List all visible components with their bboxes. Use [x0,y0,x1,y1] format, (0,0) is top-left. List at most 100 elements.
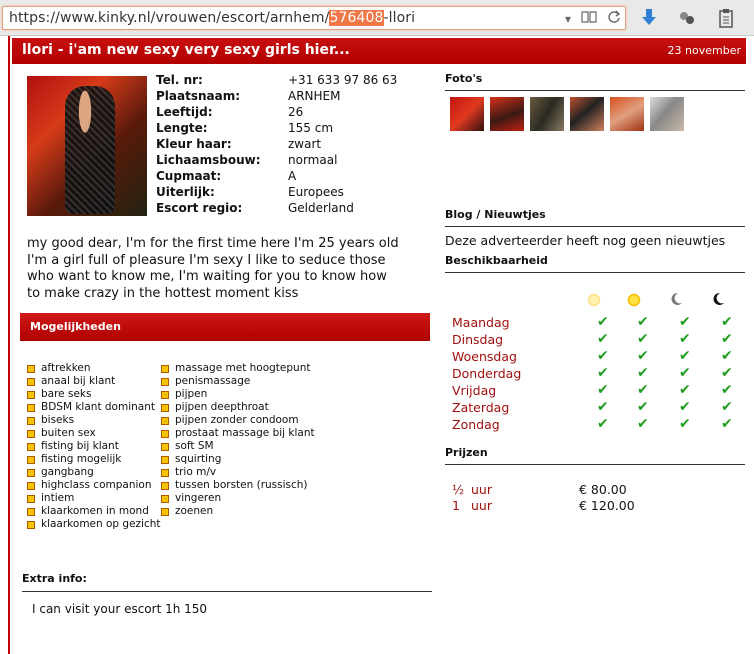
day-label: Woensdag [452,349,517,364]
available-check-icon: ✔ [597,314,609,330]
info-value: 155 cm [288,121,334,135]
dropdown-icon[interactable]: ▾ [565,12,571,26]
mogelijkheid-label: BDSM klant dominant [41,401,155,413]
afternoon-sun-icon [626,292,642,308]
day-label: Zaterdag [452,400,510,415]
available-check-icon: ✔ [637,382,649,398]
download-icon[interactable] [639,8,659,28]
available-check-icon: ✔ [721,348,733,364]
blog-heading: Blog / Nieuwtjes [445,208,745,227]
ad-date: 23 november [667,44,741,57]
mogelijkheden-list-2: massage met hoogtepunt penismassage pijpen… [161,362,315,518]
mogelijkheid-item: aftrekken [27,362,161,375]
bullet-icon [161,507,169,516]
mogelijkheid-label: trio m/v [175,466,217,478]
photo-thumbnail[interactable] [610,97,644,131]
photo-thumbnail[interactable] [530,97,564,131]
ad-title: llori - i'am new sexy very sexy girls hi… [22,42,350,58]
mogelijkheid-item: klaarkomen op gezicht [27,518,161,531]
mogelijkheid-label: tussen borsten (russisch) [175,479,308,491]
bullet-icon [27,468,35,477]
info-row: Lengte: 155 cm [156,120,397,136]
mogelijkheid-label: gangbang [41,466,94,478]
mogelijkheid-item: pijpen zonder condoom [161,414,315,427]
mogelijkheid-item: trio m/v [161,466,315,479]
reader-icon[interactable] [581,10,597,27]
url-text[interactable]: https://www.kinky.nl/vrouwen/escort/arnh… [9,10,415,26]
mogelijkheid-item: soft SM [161,440,315,453]
info-label: Lichaamsbouw: [156,153,261,167]
mogelijkheid-item: biseks [27,414,161,427]
profile-info-table: Tel. nr: +31 633 97 86 63 Plaatsnaam: ARNHE… [156,72,397,216]
mogelijkheid-item: anaal bij klant [27,375,161,388]
bullet-icon [27,416,35,425]
available-check-icon: ✔ [597,416,609,432]
bullet-icon [161,455,169,464]
extra-info-heading: Extra info: [22,572,432,592]
available-check-icon: ✔ [597,399,609,415]
mogelijkheid-label: squirting [175,453,222,465]
mogelijkheid-item: BDSM klant dominant [27,401,161,414]
available-check-icon: ✔ [721,365,733,381]
bullet-icon [161,416,169,425]
info-label: Lengte: [156,121,208,135]
bullet-icon [161,364,169,373]
reload-icon[interactable] [607,10,621,27]
extensions-icon[interactable] [677,8,697,28]
available-check-icon: ✔ [597,331,609,347]
browser-toolbar: https://www.kinky.nl/vrouwen/escort/arnh… [0,0,754,36]
info-label: Cupmaat: [156,169,222,183]
info-value: +31 633 97 86 63 [288,73,398,87]
day-label: Dinsdag [452,332,504,347]
bullet-icon [161,377,169,386]
url-prefix: https://www.kinky.nl/vrouwen/escort/arnh… [9,10,330,26]
info-value: ARNHEM [288,89,341,103]
bullet-icon [27,364,35,373]
mogelijkheid-item: gangbang [27,466,161,479]
info-value: 26 [288,105,304,119]
info-label: Kleur haar: [156,137,232,151]
photo-thumbnail[interactable] [450,97,484,131]
available-check-icon: ✔ [679,399,691,415]
price-quantity: ½ [452,482,465,497]
available-check-icon: ✔ [679,416,691,432]
mogelijkheid-item: zoenen [161,505,315,518]
url-bar[interactable]: https://www.kinky.nl/vrouwen/escort/arnh… [2,6,626,30]
bullet-icon [161,403,169,412]
available-check-icon: ✔ [597,382,609,398]
mogelijkheden-header: Mogelijkheden [20,313,430,341]
profile-photo[interactable] [27,76,147,216]
mogelijkheid-item: penismassage [161,375,315,388]
available-check-icon: ✔ [597,348,609,364]
photo-thumbnail[interactable] [650,97,684,131]
photo-thumbnail[interactable] [490,97,524,131]
day-label: Maandag [452,315,510,330]
available-check-icon: ✔ [679,314,691,330]
info-row: Tel. nr: +31 633 97 86 63 [156,72,397,88]
bullet-icon [27,494,35,503]
bullet-icon [161,481,169,490]
info-row: Uiterlijk: Europees [156,184,397,200]
price-unit: uur [471,498,492,513]
mogelijkheid-item: pijpen [161,388,315,401]
url-suffix: -llori [383,10,416,26]
clipboard-icon[interactable] [716,8,736,28]
info-row: Escort regio: Gelderland [156,200,397,216]
mogelijkheden-heading: Mogelijkheden [30,320,121,333]
mogelijkheid-item: pijpen deepthroat [161,401,315,414]
bullet-icon [27,429,35,438]
available-check-icon: ✔ [637,365,649,381]
photo-thumbnail[interactable] [570,97,604,131]
info-row: Leeftijd: 26 [156,104,397,120]
availability-heading: Beschikbaarheid [445,254,745,273]
bullet-icon [27,481,35,490]
day-label: Zondag [452,417,500,432]
mogelijkheid-label: highclass companion [41,479,152,491]
info-row: Lichaamsbouw: normaal [156,152,397,168]
bullet-icon [27,455,35,464]
mogelijkheid-label: klaarkomen op gezicht [41,518,161,530]
info-value: zwart [288,137,322,151]
info-label: Escort regio: [156,201,243,215]
available-check-icon: ✔ [721,416,733,432]
price-unit: uur [471,482,492,497]
